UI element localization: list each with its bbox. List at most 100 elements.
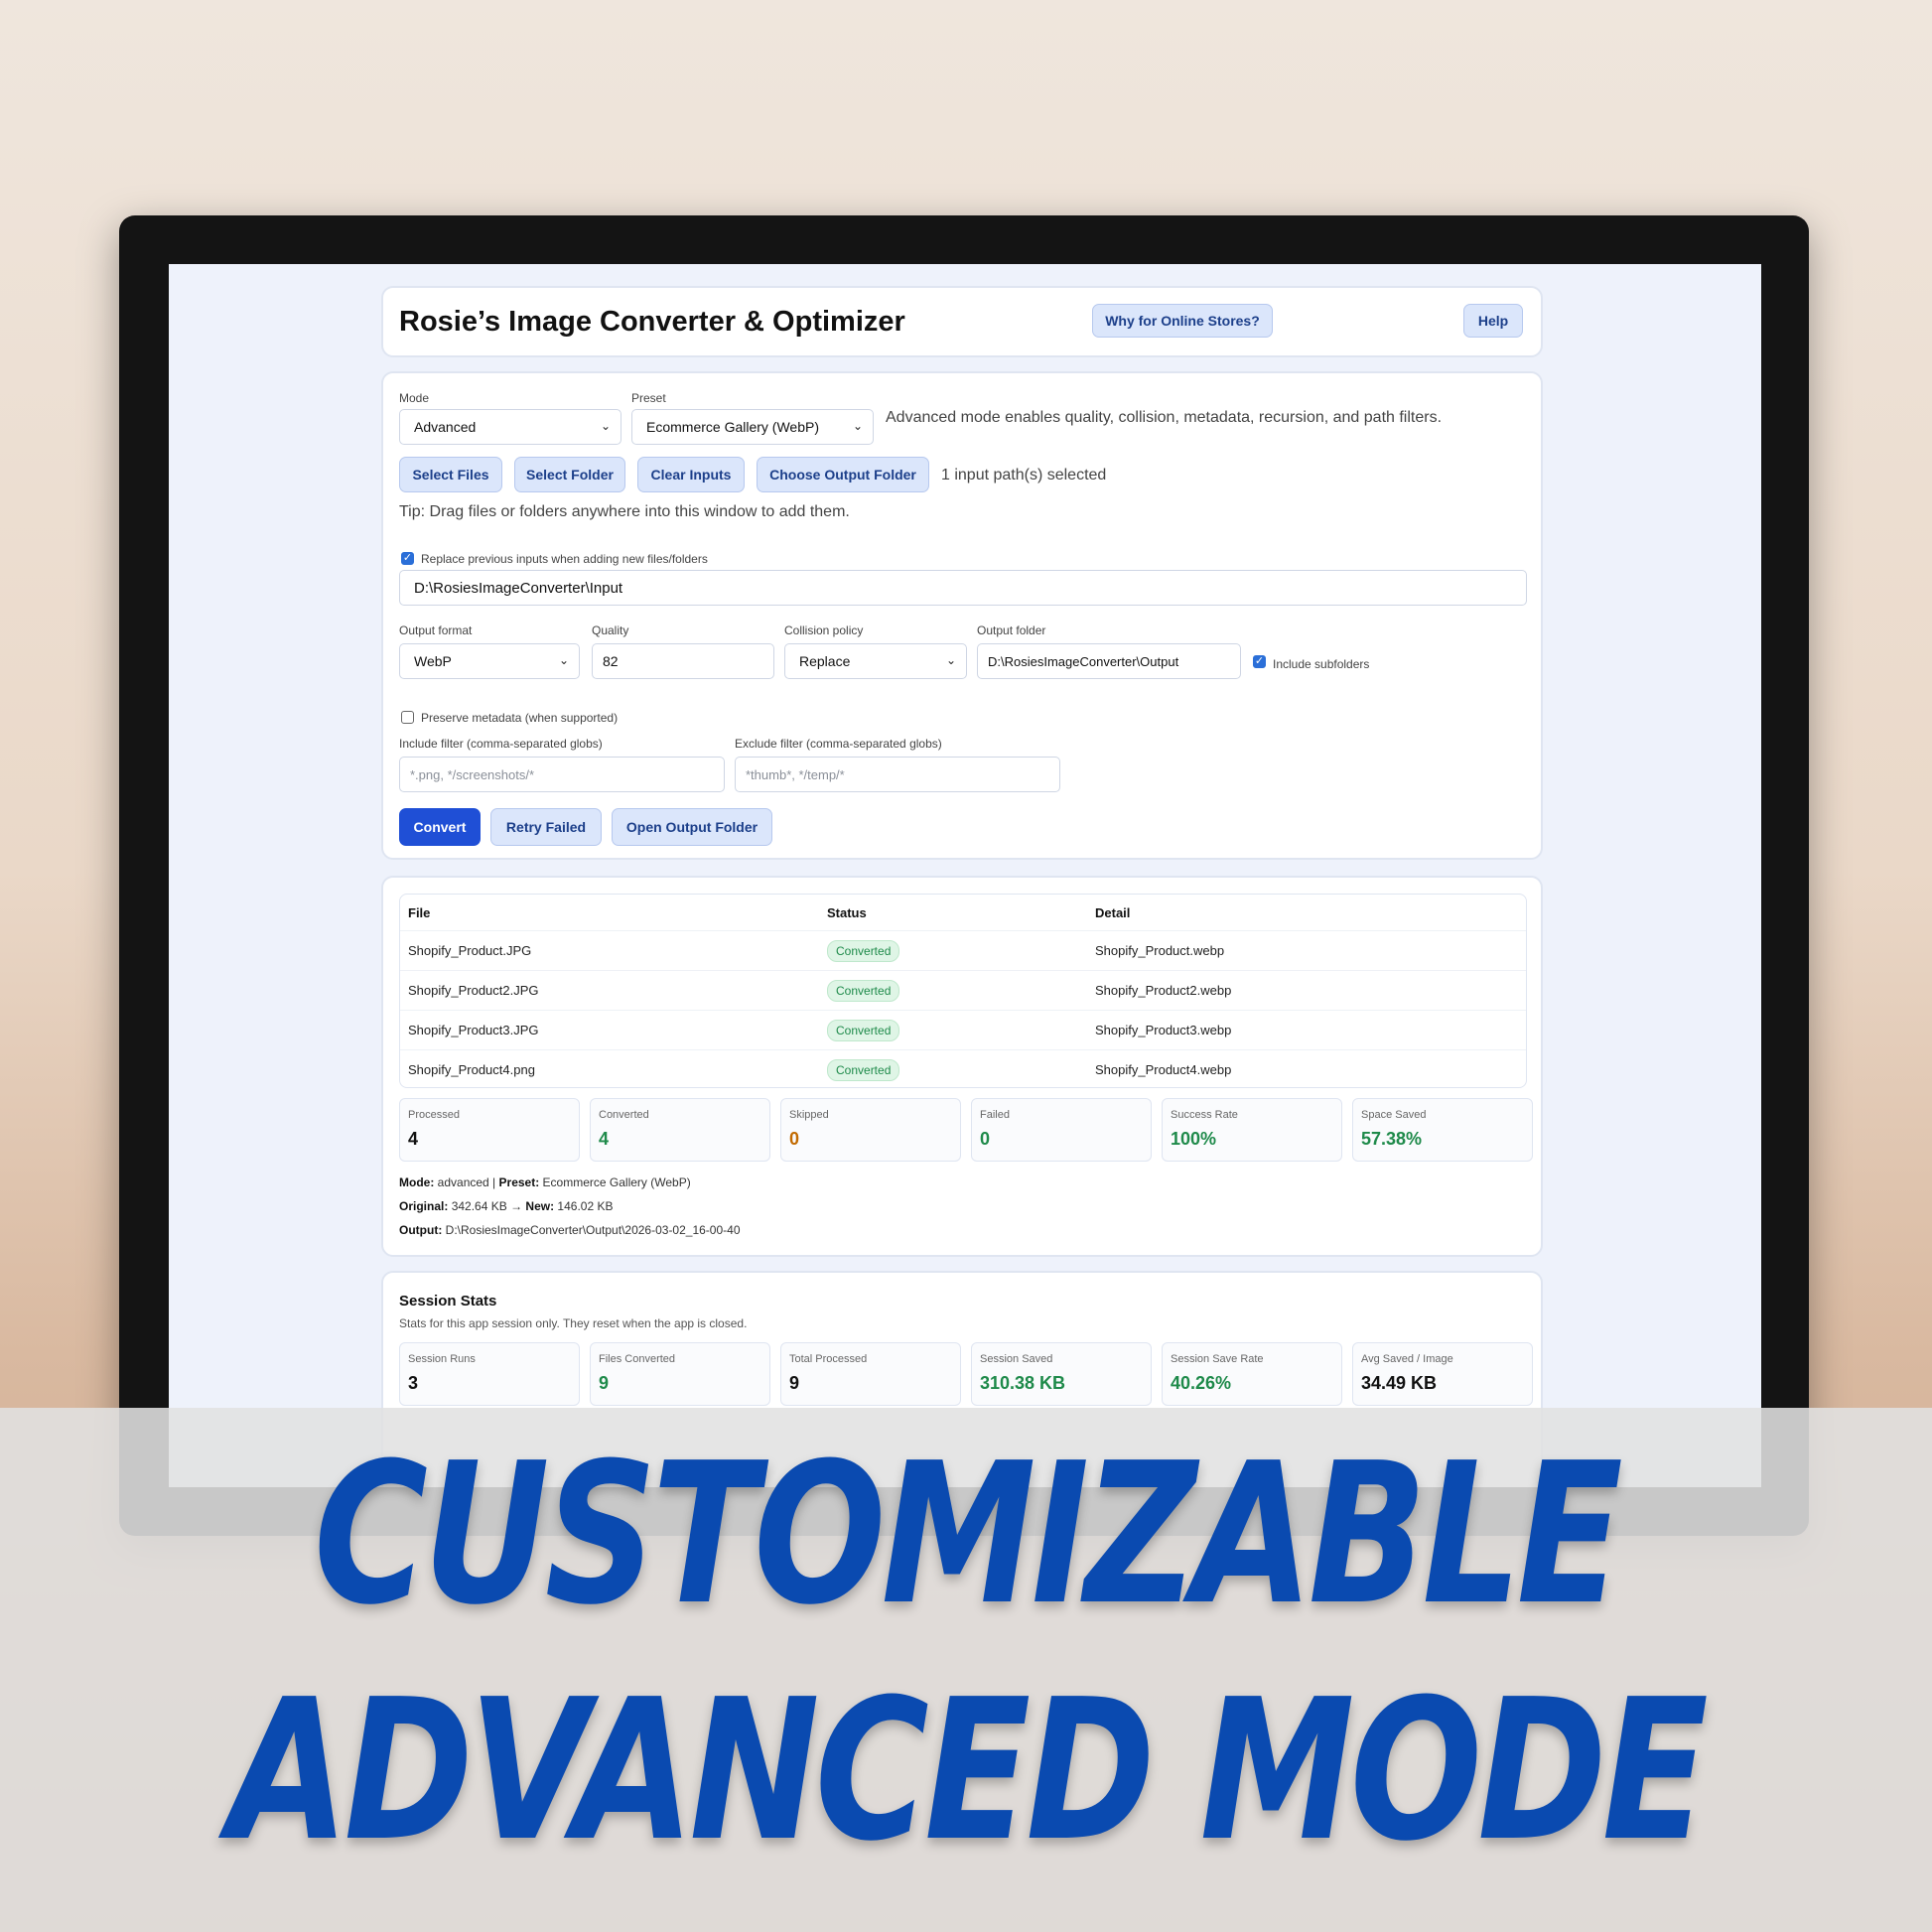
row-detail: Shopify_Product.webp [1095, 943, 1225, 958]
chevron-down-icon: ⌄ [600, 419, 611, 433]
output-format-select[interactable]: WebP ⌄ [399, 643, 580, 679]
chevron-down-icon: ⌄ [852, 419, 863, 433]
mode-select-value: Advanced [414, 419, 477, 435]
stat-label: Converted [599, 1109, 649, 1121]
stat-skipped: Skipped 0 [780, 1098, 961, 1162]
exclude-filter-label: Exclude filter (comma-separated globs) [735, 737, 942, 751]
summary-preset-value: Ecommerce Gallery (WebP) [542, 1175, 691, 1189]
choose-output-folder-button[interactable]: Choose Output Folder [757, 457, 929, 492]
results-table: File Status Detail Shopify_Product.JPG C… [399, 894, 1527, 1088]
table-header-status: Status [827, 905, 867, 920]
stat-processed: Processed 4 [399, 1098, 580, 1162]
status-badge: Converted [827, 1020, 900, 1041]
preserve-metadata-label: Preserve metadata (when supported) [421, 711, 619, 725]
preset-select-value: Ecommerce Gallery (WebP) [646, 419, 820, 435]
app-window: Rosie’s Image Converter & Optimizer Why … [169, 264, 1761, 1487]
app-title: Rosie’s Image Converter & Optimizer [399, 306, 905, 338]
include-subfolders-checkbox[interactable]: ✓ [1253, 655, 1266, 668]
status-badge: Converted [827, 980, 900, 1002]
stat-value: 4 [599, 1129, 610, 1149]
summary-output-line: Output: D:\RosiesImageConverter\Output\2… [399, 1223, 741, 1237]
stat-value: 9 [599, 1373, 610, 1393]
collision-policy-label: Collision policy [784, 623, 864, 637]
why-online-stores-button[interactable]: Why for Online Stores? [1092, 304, 1273, 338]
table-header-file: File [408, 905, 431, 920]
stat-value: 0 [789, 1129, 800, 1149]
preset-select[interactable]: Ecommerce Gallery (WebP) ⌄ [631, 409, 874, 445]
retry-failed-button[interactable]: Retry Failed [490, 808, 602, 846]
input-count: 1 input path(s) selected [941, 467, 1107, 483]
table-row[interactable]: Shopify_Product2.JPG Converted Shopify_P… [400, 970, 1526, 1011]
stat-converted: Converted 4 [590, 1098, 770, 1162]
stat-label: Total Processed [789, 1353, 868, 1365]
stat-value: 57.38% [1361, 1129, 1423, 1149]
results-card: File Status Detail Shopify_Product.JPG C… [381, 876, 1543, 1257]
stat-label: Space Saved [1361, 1109, 1427, 1121]
preset-label: Preset [631, 391, 666, 405]
status-badge: Converted [827, 1059, 900, 1081]
collision-policy-select[interactable]: Replace ⌄ [784, 643, 967, 679]
stat-label: Session Saved [980, 1353, 1053, 1365]
summary-size-line: Original: 342.64 KB → New: 146.02 KB [399, 1199, 614, 1213]
row-file: Shopify_Product2.JPG [408, 983, 539, 998]
stat-label: Avg Saved / Image [1361, 1353, 1453, 1365]
clear-inputs-button[interactable]: Clear Inputs [637, 457, 745, 492]
session-stat-total-processed: Total Processed 9 [780, 1342, 961, 1406]
help-button[interactable]: Help [1463, 304, 1523, 338]
input-path-field[interactable]: D:\RosiesImageConverter\Input [399, 570, 1527, 606]
include-filter-label: Include filter (comma-separated globs) [399, 737, 603, 751]
stat-value: 40.26% [1171, 1373, 1232, 1393]
summary-mode-key: Mode: [399, 1175, 435, 1189]
select-folder-button[interactable]: Select Folder [514, 457, 625, 492]
stat-label: Files Converted [599, 1353, 676, 1365]
promo-headline-line2: ADVANCED MODE [228, 1658, 1709, 1884]
exclude-filter-input[interactable]: *thumb*, */temp/* [735, 757, 1060, 792]
replace-inputs-checkbox[interactable]: ✓ [401, 552, 414, 565]
table-header-detail: Detail [1095, 905, 1131, 920]
row-file: Shopify_Product.JPG [408, 943, 532, 958]
stat-value: 34.49 KB [1361, 1373, 1438, 1393]
select-files-button[interactable]: Select Files [399, 457, 502, 492]
session-stat-runs: Session Runs 3 [399, 1342, 580, 1406]
table-row[interactable]: Shopify_Product.JPG Converted Shopify_Pr… [400, 930, 1526, 971]
status-badge: Converted [827, 940, 900, 962]
stat-value: 310.38 KB [980, 1373, 1066, 1393]
stat-value: 9 [789, 1373, 800, 1393]
session-stats-subtitle: Stats for this app session only. They re… [399, 1316, 748, 1330]
table-row[interactable]: Shopify_Product3.JPG Converted Shopify_P… [400, 1010, 1526, 1050]
settings-card: Mode Advanced ⌄ Preset Ecommerce Gallery… [381, 371, 1543, 860]
summary-original-key: Original: [399, 1199, 449, 1213]
include-filter-input[interactable]: *.png, */screenshots/* [399, 757, 725, 792]
output-format-label: Output format [399, 623, 473, 637]
session-stat-files-converted: Files Converted 9 [590, 1342, 770, 1406]
session-stats-title: Session Stats [399, 1293, 497, 1310]
promo-headline-line1: CUSTOMIZABLE [314, 1422, 1623, 1648]
summary-output-value: D:\RosiesImageConverter\Output\2026-03-0… [445, 1223, 741, 1237]
stat-value: 3 [408, 1373, 419, 1393]
collision-policy-value: Replace [799, 653, 851, 669]
stat-failed: Failed 0 [971, 1098, 1152, 1162]
summary-new-value: 146.02 KB [557, 1199, 614, 1213]
table-row[interactable]: Shopify_Product4.png Converted Shopify_P… [400, 1049, 1526, 1090]
stat-label: Skipped [789, 1109, 829, 1121]
stat-label: Processed [408, 1109, 460, 1121]
quality-label: Quality [592, 623, 629, 637]
output-folder-label: Output folder [977, 623, 1046, 637]
mode-select[interactable]: Advanced ⌄ [399, 409, 621, 445]
summary-new-key: New: [525, 1199, 555, 1213]
open-output-folder-button[interactable]: Open Output Folder [612, 808, 772, 846]
session-stat-save-rate: Session Save Rate 40.26% [1162, 1342, 1342, 1406]
stat-value: 100% [1171, 1129, 1217, 1149]
output-folder-field[interactable]: D:\RosiesImageConverter\Output [977, 643, 1241, 679]
drag-tip: Tip: Drag files or folders anywhere into… [399, 503, 850, 520]
advanced-mode-note: Advanced mode enables quality, collision… [886, 409, 1443, 426]
preserve-metadata-checkbox[interactable] [401, 711, 414, 724]
row-detail: Shopify_Product4.webp [1095, 1062, 1232, 1077]
summary-mode-value: advanced [437, 1175, 489, 1189]
summary-preset-key: Preset: [498, 1175, 540, 1189]
summary-output-key: Output: [399, 1223, 443, 1237]
convert-button[interactable]: Convert [399, 808, 481, 846]
stat-space-saved: Space Saved 57.38% [1352, 1098, 1533, 1162]
quality-input[interactable]: 82 [592, 643, 774, 679]
stat-label: Failed [980, 1109, 1010, 1121]
